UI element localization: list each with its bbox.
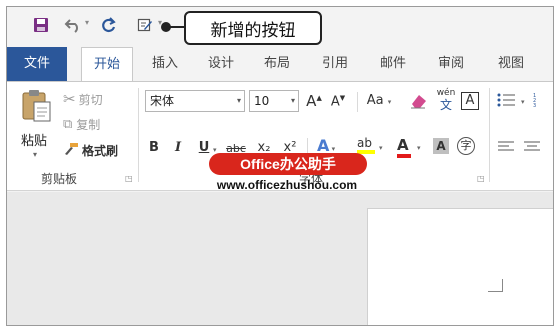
tab-references[interactable]: 引用 xyxy=(309,47,361,81)
character-border-icon[interactable]: A xyxy=(461,92,479,110)
bullets-dropdown-icon[interactable]: ▾ xyxy=(521,98,525,106)
font-name-select[interactable]: 宋体 ▾ xyxy=(145,90,245,112)
paste-label: 粘贴 xyxy=(21,134,48,149)
undo-dropdown-icon[interactable]: ▾ xyxy=(85,18,89,27)
numbering-button[interactable]: 1 2 3 xyxy=(533,92,551,111)
tab-design[interactable]: 设计 xyxy=(195,47,247,81)
bold-button[interactable]: B xyxy=(147,140,161,155)
cut-button[interactable]: ✂ 剪切 xyxy=(63,90,103,108)
bullets-icon xyxy=(497,93,515,107)
format-painter-label: 格式刷 xyxy=(82,144,119,158)
font-name-value: 宋体 xyxy=(150,94,175,108)
clipboard-group-label: 剪贴板 xyxy=(41,172,78,186)
grow-font-icon: A xyxy=(306,92,317,110)
cut-label: 剪切 xyxy=(78,92,103,107)
watermark-url: www.officezhushou.com xyxy=(216,178,358,192)
document-page[interactable] xyxy=(367,208,553,325)
divider xyxy=(357,92,358,112)
save-icon[interactable] xyxy=(31,15,51,35)
copy-icon: ⧉ xyxy=(63,117,73,132)
tab-home[interactable]: 开始 xyxy=(81,47,133,82)
eraser-icon xyxy=(411,95,426,109)
paste-dropdown-icon[interactable]: ▾ xyxy=(33,150,37,159)
change-case-icon: Aa xyxy=(366,93,384,108)
tab-insert[interactable]: 插入 xyxy=(139,47,191,81)
new-button-icon[interactable] xyxy=(135,15,155,35)
ribbon-tabs: 文件 开始 插入 设计 布局 引用 邮件 审阅 视图 xyxy=(7,47,553,82)
bullets-button[interactable] xyxy=(497,92,517,111)
align-left-button[interactable] xyxy=(497,140,515,157)
shrink-font-button[interactable]: A▼ xyxy=(329,94,347,109)
highlight-dropdown-icon[interactable]: ▾ xyxy=(379,144,383,152)
underline-button[interactable]: U xyxy=(197,140,211,155)
redo-icon[interactable] xyxy=(99,15,119,35)
phonetic-guide-button[interactable]: wén 文 xyxy=(435,88,457,113)
font-launcher-icon[interactable]: ◳ xyxy=(477,174,485,183)
font-color-dropdown-icon[interactable]: ▾ xyxy=(417,144,421,152)
align-left-icon xyxy=(498,141,514,151)
highlight-button[interactable]: ab xyxy=(357,136,375,154)
chevron-down-icon: ▾ xyxy=(236,96,241,105)
clipboard-launcher-icon[interactable]: ◳ xyxy=(125,174,133,183)
highlighter-icon: ab xyxy=(357,136,372,150)
margin-corner-mark xyxy=(488,291,502,292)
group-divider xyxy=(489,88,490,182)
tab-file[interactable]: 文件 xyxy=(7,47,67,81)
paste-button[interactable]: 粘贴 ▾ xyxy=(17,88,55,168)
watermark-badge: Office办公助手 xyxy=(209,153,367,175)
font-size-value: 10 xyxy=(254,94,270,108)
format-painter-button[interactable]: 格式刷 xyxy=(63,142,118,159)
copy-button[interactable]: ⧉ 复制 xyxy=(63,116,100,133)
undo-icon[interactable] xyxy=(63,15,83,35)
chevron-down-icon: ▾ xyxy=(290,96,295,105)
group-divider xyxy=(138,88,139,182)
font-color-swatch xyxy=(397,154,411,158)
change-case-button[interactable]: Aa ▾ xyxy=(363,93,395,108)
numbering-icon: 1 2 3 xyxy=(533,93,536,109)
tab-view[interactable]: 视图 xyxy=(485,47,537,81)
clear-formatting-button[interactable] xyxy=(409,92,429,113)
callout-label: 新增的按钮 xyxy=(184,11,322,45)
word-window: ▾ ▾ 新增的按钮 文件 开始 插入 设计 布局 引用 邮件 审阅 视图 粘贴 … xyxy=(6,6,554,326)
grow-font-button[interactable]: A▲ xyxy=(305,92,323,110)
phonetic-guide-icon: 文 xyxy=(439,98,452,112)
italic-button[interactable]: I xyxy=(171,140,185,155)
enclose-characters-icon[interactable]: 字 xyxy=(457,137,475,155)
font-color-icon: A xyxy=(397,136,409,154)
align-center-icon xyxy=(524,141,540,151)
tab-mailings[interactable]: 邮件 xyxy=(367,47,419,81)
margin-corner-mark xyxy=(502,279,503,292)
align-center-button[interactable] xyxy=(523,140,541,157)
copy-label: 复制 xyxy=(76,118,101,132)
tab-layout[interactable]: 布局 xyxy=(251,47,303,81)
format-painter-icon xyxy=(63,142,79,159)
font-size-select[interactable]: 10 ▾ xyxy=(249,90,299,112)
svg-text:3: 3 xyxy=(533,103,536,108)
character-shading-icon[interactable]: A xyxy=(433,138,449,154)
scissors-icon: ✂ xyxy=(63,90,76,108)
shrink-font-icon: A xyxy=(330,94,340,110)
callout-pointer-line xyxy=(165,26,185,28)
tab-review[interactable]: 审阅 xyxy=(425,47,477,81)
paste-icon xyxy=(22,90,51,122)
font-color-button[interactable]: A xyxy=(397,136,411,158)
document-canvas[interactable] xyxy=(7,192,553,325)
